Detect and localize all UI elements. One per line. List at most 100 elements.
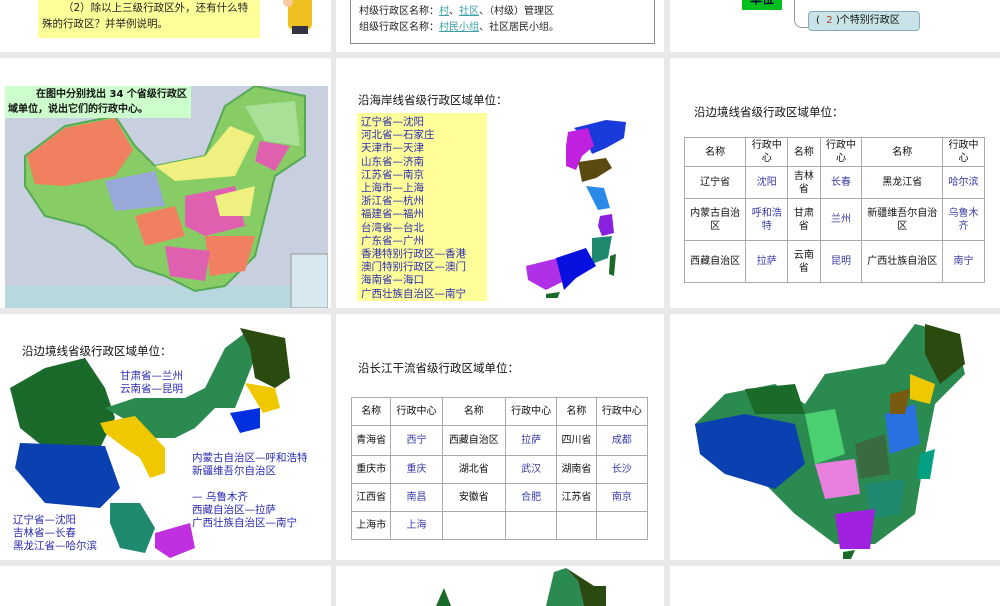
slide-thumbnail-6[interactable]: 沿边境线省级行政区域单位： 名称 行政中心 名称 行政中心 名称 行政中心 辽宁省 沈阳 吉林省… <box>670 58 1000 308</box>
province-cell: 广西壮族自治区 <box>861 240 944 283</box>
group-label: 组级行政区名称： <box>359 22 439 33</box>
china-provinces-color-map <box>695 324 965 559</box>
column-header: 名称 <box>787 137 821 167</box>
slide-thumbnail-11[interactable] <box>336 566 664 606</box>
slide-thumbnail-2[interactable]: 区 村级行政区名称：村、社区、（村级）管理区 组级行政区名称：村民小组、社区居民… <box>336 0 664 52</box>
capital-cell: 拉萨 <box>504 425 558 456</box>
province-cell: 江西省 <box>350 483 392 512</box>
capital-cell: 拉萨 <box>745 240 789 283</box>
table-row: 上海市 上海 <box>350 511 649 540</box>
province-cell: 四川省 <box>556 425 597 456</box>
village-level-line: 村级行政区名称：村、社区、（村级）管理区 <box>359 6 554 17</box>
table-row: 重庆市 重庆 湖北省 武汉 湖南省 长沙 <box>350 455 649 484</box>
slide-thumbnail-9[interactable] <box>670 314 1000 560</box>
pill-number: 2 <box>826 15 833 26</box>
table-header-row: 名称 行政中心 名称 行政中心 名称 行政中心 <box>683 137 985 167</box>
list-item: 辽宁省—沈阳 <box>13 514 76 526</box>
list-item: 福建省—福州 <box>361 208 424 221</box>
slide-thumbnail-5[interactable]: 沿海岸线省级行政区域单位： 辽宁省—沈阳 河北省—石家庄 天津市—天津 山东省—济南江… <box>336 58 664 308</box>
pill-text: )个特别行政区 <box>835 15 900 26</box>
capital-cell: 沈阳 <box>745 166 789 199</box>
group-level-line: 组级行政区名称：村民小组、社区居民小组。 <box>359 20 646 36</box>
border-provinces-table: 名称 行政中心 名称 行政中心 名称 行政中心 辽宁省 沈阳 吉林省 长春 黑龙江省 哈尔滨 内蒙古自治… <box>683 137 985 283</box>
list-item: 云南省—昆明 <box>120 383 183 396</box>
capital-cell: 上海 <box>390 511 443 540</box>
column-header: 行政中心 <box>390 397 443 426</box>
list-item: 吉林省—长春 <box>13 527 76 540</box>
table-row: 西藏自治区 拉萨 云南省 昆明 广西壮族自治区 南宁 <box>683 240 985 283</box>
province-cell: 西藏自治区 <box>683 240 747 283</box>
table-row: 江西省 南昌 安徽省 合肥 江苏省 南京 <box>350 483 649 512</box>
slide-thumbnail-10[interactable] <box>0 566 331 606</box>
capital-cell: 呼和浩特 <box>745 198 789 241</box>
province-cell: 湖南省 <box>556 455 597 484</box>
capital-cell: 乌鲁木齐 <box>942 198 985 241</box>
slide-thumbnail-3[interactable]: 单位 ( 2 )个特别行政区 <box>670 0 1000 52</box>
province-cell: 上海市 <box>350 511 392 540</box>
list-item: 浙江省—杭州 <box>361 195 424 208</box>
border-provinces-map-partial <box>436 568 606 606</box>
capital-cell: 南京 <box>595 483 649 512</box>
list-item: 上海市—上海 <box>361 182 424 195</box>
link-villager-group[interactable]: 村民小组 <box>439 22 479 33</box>
province-cell <box>441 511 506 540</box>
province-cell <box>556 511 597 540</box>
slide-title: 沿海岸线省级行政区域单位： <box>358 93 508 107</box>
province-cell: 重庆市 <box>350 455 392 484</box>
capital-cell: 西宁 <box>390 425 443 456</box>
column-header: 行政中心 <box>819 137 863 167</box>
list-item: 广西壮族自治区—南宁 <box>192 517 297 530</box>
province-cell: 安徽省 <box>441 483 506 512</box>
list-item: 西藏自治区—拉萨 <box>192 504 276 517</box>
column-header: 名称 <box>441 397 506 426</box>
list-item: 甘肃省—兰州 <box>120 370 183 382</box>
capital-cell: 成都 <box>595 425 649 456</box>
list-item: 广东省—广州 <box>361 234 424 247</box>
slide-thumbnail-7[interactable]: 沿边境线省级行政区域单位： 甘肃省—兰州 云南省—昆明 内蒙古自治区—呼和浩特 新疆… <box>0 314 331 560</box>
province-cell: 辽宁省 <box>683 166 747 199</box>
table-header-row: 名称 行政中心 名称 行政中心 名称 行政中心 <box>350 397 649 426</box>
list-item: 广西壮族自治区—南宁 <box>361 287 466 300</box>
unit-box: 单位 <box>742 0 782 10</box>
list-item: 海南省—海口 <box>361 274 424 287</box>
province-cell: 湖北省 <box>441 455 506 484</box>
list-item: — 乌鲁木齐 <box>192 491 248 503</box>
link-community[interactable]: 社区 <box>459 6 479 17</box>
province-cell: 吉林省 <box>787 166 821 199</box>
capital-cell: 南昌 <box>390 483 443 512</box>
column-header: 行政中心 <box>595 397 649 426</box>
slide-thumbnail-12[interactable] <box>670 566 1000 606</box>
yangtze-provinces-table: 名称 行政中心 名称 行政中心 名称 行政中心 青海省 西宁 西藏自治区 拉萨 四川省 成都 重庆市 重庆… <box>350 397 649 540</box>
question-text: （2）除以上三级行政区外，还有什么特殊的行政区？并举例说明。 <box>42 2 249 30</box>
column-header: 名称 <box>683 137 747 167</box>
special-region-pill: ( 2 )个特别行政区 <box>808 11 920 31</box>
pill-open: ( <box>816 15 820 26</box>
list-item: 台湾省—台北 <box>361 221 424 234</box>
province-cell: 内蒙古自治区 <box>683 198 747 241</box>
column-header: 名称 <box>861 137 944 167</box>
group-rest: 、社区居民小组。 <box>479 22 559 33</box>
capital-cell: 重庆 <box>390 455 443 484</box>
slide-thumbnail-4[interactable]: 在图中分别找出 34 个省级行政区域单位，说出它们的行政中心。 <box>0 58 331 308</box>
coastal-province-list: 辽宁省—沈阳 河北省—石家庄 天津市—天津 山东省—济南 江苏省—南京 上海市—上海 浙江省… <box>357 113 487 301</box>
slide-thumbnail-1[interactable]: （2）除以上三级行政区外，还有什么特殊的行政区？并举例说明。 <box>0 0 331 52</box>
province-cell: 青海省 <box>350 425 392 456</box>
province-cell: 甘肃省 <box>787 198 821 241</box>
province-cell: 江苏省 <box>556 483 597 512</box>
column-header: 行政中心 <box>745 137 789 167</box>
capital-cell: 长春 <box>819 166 863 199</box>
list-item: 新疆维吾尔自治区 <box>192 465 276 478</box>
table-row: 内蒙古自治区 呼和浩特 甘肃省 兰州 新疆维吾尔自治区 乌鲁木齐 <box>683 198 985 241</box>
slide-thumbnail-8[interactable]: 沿长江干流省级行政区域单位： 名称 行政中心 名称 行政中心 名称 行政中心 青海省 西宁 西藏… <box>336 314 664 560</box>
text-box: 区 村级行政区名称：村、社区、（村级）管理区 组级行政区名称：村民小组、社区居民… <box>350 0 655 44</box>
column-header: 名称 <box>350 397 392 426</box>
slide-title: 沿边境线省级行政区域单位： <box>22 344 172 358</box>
province-cell: 黑龙江省 <box>861 166 944 199</box>
capital-cell <box>504 511 558 540</box>
label-group-northeast: 辽宁省—沈阳 吉林省—长春 黑龙江省—哈尔滨 <box>13 514 97 554</box>
list-item: 澳门特别行政区—澳门 <box>361 261 466 274</box>
list-item: 香港特别行政区—香港 <box>361 248 466 261</box>
province-cell: 新疆维吾尔自治区 <box>861 198 944 241</box>
link-village[interactable]: 村 <box>439 6 449 17</box>
slide-title: 沿长江干流省级行政区域单位： <box>358 361 519 375</box>
